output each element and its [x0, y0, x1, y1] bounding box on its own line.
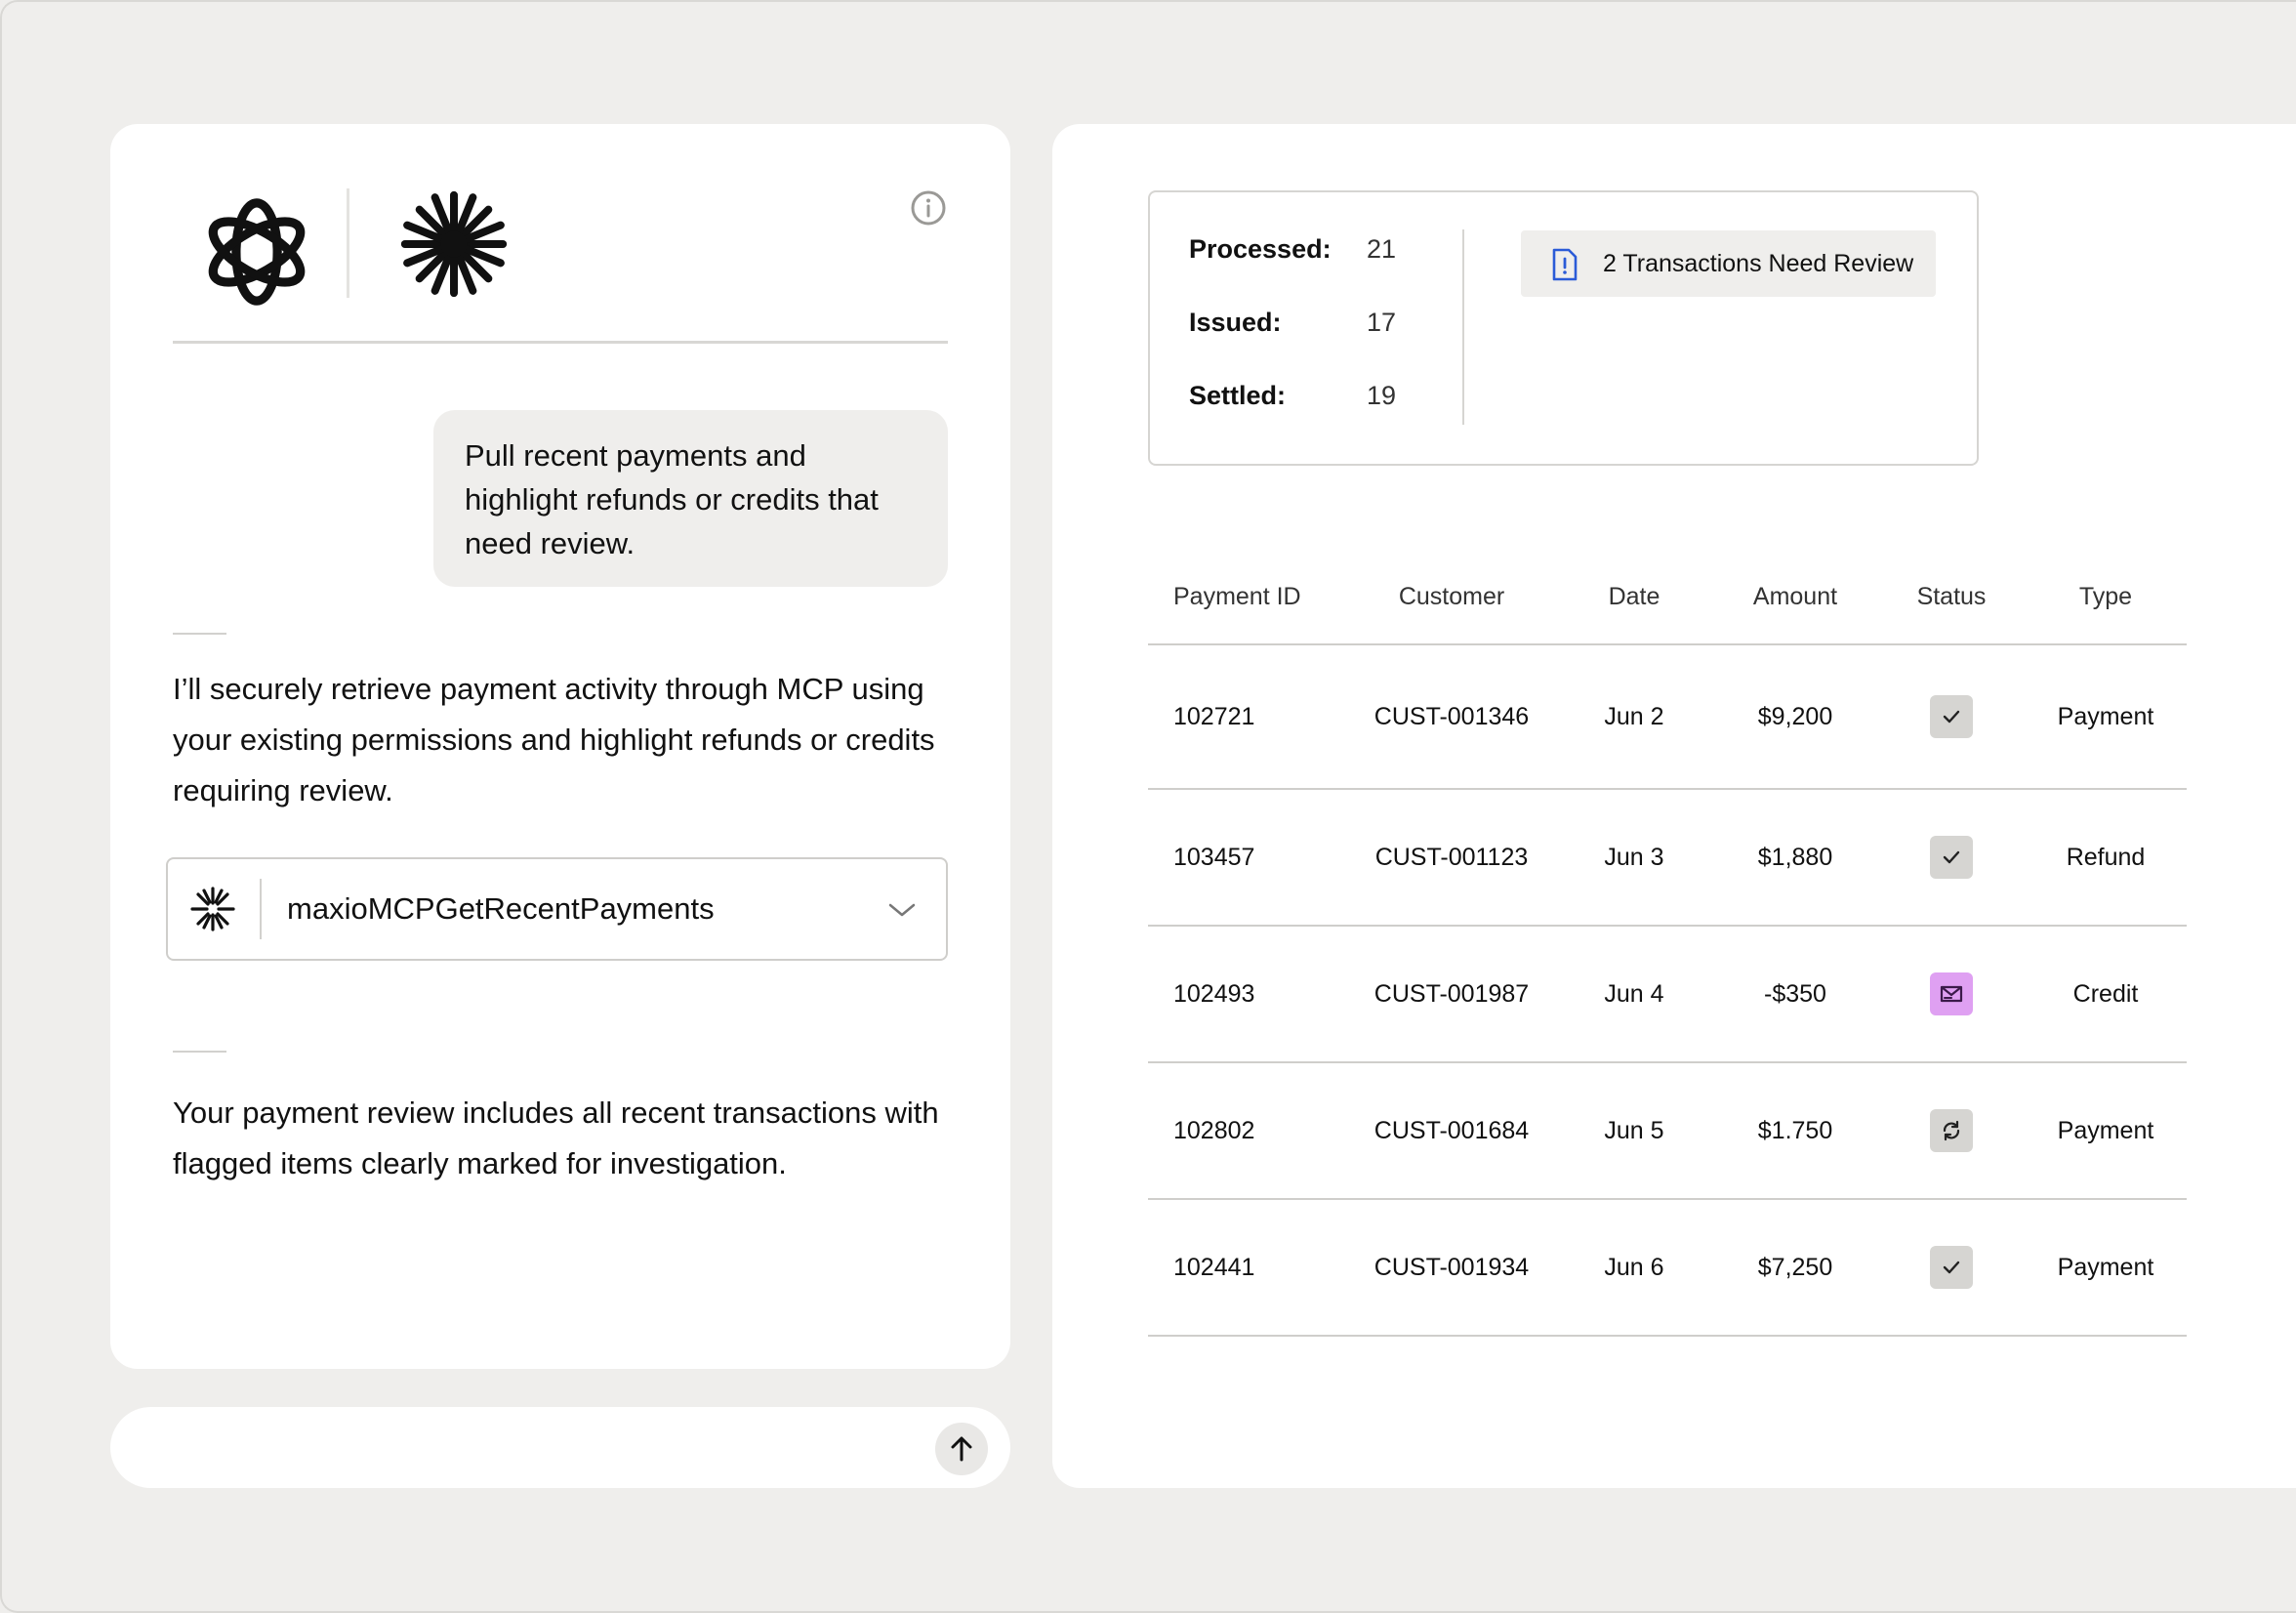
- chevron-down-icon[interactable]: [887, 898, 917, 922]
- stat-value: 19: [1367, 381, 1397, 410]
- customer-cell: CUST-001684: [1347, 1062, 1556, 1200]
- logo-divider: [347, 188, 349, 298]
- date-cell: Jun 6: [1556, 1199, 1712, 1337]
- amount-cell: $1,880: [1712, 789, 1878, 927]
- tool-call-dropdown[interactable]: maxioMCPGetRecentPayments: [166, 857, 948, 961]
- date-cell: Jun 3: [1556, 789, 1712, 927]
- assistant-summary-message: Your payment review includes all recent …: [173, 1096, 939, 1180]
- arrow-up-icon: [951, 1436, 972, 1462]
- check-icon: [1930, 1246, 1973, 1289]
- payment-id-cell: 103457: [1148, 789, 1347, 927]
- column-header-customer[interactable]: Customer: [1347, 551, 1556, 645]
- payment-id-cell: 102493: [1148, 926, 1347, 1063]
- assistant-message: I’ll securely retrieve payment activity …: [173, 672, 935, 807]
- column-header-amount[interactable]: Amount: [1712, 551, 1878, 645]
- amount-cell: $9,200: [1712, 644, 1878, 790]
- stat-label: Processed:: [1189, 234, 1332, 264]
- table-row[interactable]: 102493 CUST-001987 Jun 4 -$350 Credit: [1148, 926, 2187, 1063]
- customer-cell: CUST-001123: [1347, 789, 1556, 927]
- column-header-type[interactable]: Type: [2025, 551, 2187, 645]
- openai-logo-icon: [208, 198, 306, 306]
- review-alert-text: 2 Transactions Need Review: [1603, 250, 1914, 277]
- refresh-icon: [1930, 1109, 1973, 1152]
- type-cell: Payment: [2025, 1062, 2187, 1200]
- date-cell: Jun 2: [1556, 644, 1712, 790]
- info-icon[interactable]: [909, 188, 948, 227]
- date-cell: Jun 5: [1556, 1062, 1712, 1200]
- payments-table: Payment ID Customer Date Amount Status T…: [1148, 551, 2187, 1337]
- table-row[interactable]: 102441 CUST-001934 Jun 6 $7,250 Payment: [1148, 1199, 2187, 1337]
- send-button[interactable]: [935, 1423, 988, 1475]
- payment-id-cell: 102441: [1148, 1199, 1347, 1337]
- type-cell: Payment: [2025, 1199, 2187, 1337]
- payment-id-cell: 102721: [1148, 644, 1347, 790]
- table-row[interactable]: 102802 CUST-001684 Jun 5 $1.750 Payment: [1148, 1062, 2187, 1200]
- customer-cell: CUST-001934: [1347, 1199, 1556, 1337]
- table-header-row: Payment ID Customer Date Amount Status T…: [1148, 551, 2187, 645]
- asterisk-tool-icon: [190, 887, 235, 931]
- stat-label: Issued:: [1189, 308, 1282, 337]
- column-header-payment-id[interactable]: Payment ID: [1148, 551, 1347, 645]
- type-cell: Credit: [2025, 926, 2187, 1063]
- status-cell: [1878, 1062, 2025, 1200]
- column-header-status[interactable]: Status: [1878, 551, 2025, 645]
- stat-value: 21: [1367, 234, 1397, 264]
- stat-label: Settled:: [1189, 381, 1287, 410]
- status-cell: [1878, 926, 2025, 1063]
- document-alert-icon: [1552, 248, 1578, 281]
- asterisk-logo-icon: [400, 190, 508, 298]
- summary-divider: [1462, 229, 1464, 425]
- status-cell: [1878, 1199, 2025, 1337]
- tool-divider: [260, 879, 262, 939]
- status-cell: [1878, 644, 2025, 790]
- review-alert-badge[interactable]: 2 Transactions Need Review: [1521, 230, 1936, 297]
- amount-cell: -$350: [1712, 926, 1878, 1063]
- amount-cell: $7,250: [1712, 1199, 1878, 1337]
- table-row[interactable]: 103457 CUST-001123 Jun 3 $1,880 Refund: [1148, 789, 2187, 927]
- type-cell: Payment: [2025, 644, 2187, 790]
- date-cell: Jun 4: [1556, 926, 1712, 1063]
- header-divider: [173, 341, 948, 344]
- user-message: Pull recent payments and highlight refun…: [433, 410, 948, 587]
- check-icon: [1930, 836, 1973, 879]
- status-cell: [1878, 789, 2025, 927]
- customer-cell: CUST-001987: [1347, 926, 1556, 1063]
- message-separator: [173, 1051, 226, 1053]
- tool-call-label: maxioMCPGetRecentPayments: [287, 891, 715, 926]
- payments-panel: Processed: 21 Issued: 17 Settled: 19 2 T…: [1052, 124, 2296, 1488]
- chat-panel: Pull recent payments and highlight refun…: [110, 124, 1010, 1369]
- amount-cell: $1.750: [1712, 1062, 1878, 1200]
- column-header-date[interactable]: Date: [1556, 551, 1712, 645]
- type-cell: Refund: [2025, 789, 2187, 927]
- check-icon: [1930, 695, 1973, 738]
- chat-input-bar[interactable]: [110, 1407, 1010, 1488]
- stat-value: 17: [1367, 308, 1397, 337]
- customer-cell: CUST-001346: [1347, 644, 1556, 790]
- payment-id-cell: 102802: [1148, 1062, 1347, 1200]
- summary-card: Processed: 21 Issued: 17 Settled: 19 2 T…: [1148, 190, 1979, 466]
- table-row[interactable]: 102721 CUST-001346 Jun 2 $9,200 Payment: [1148, 644, 2187, 790]
- flagged-mail-icon: [1930, 972, 1973, 1015]
- message-separator: [173, 633, 226, 635]
